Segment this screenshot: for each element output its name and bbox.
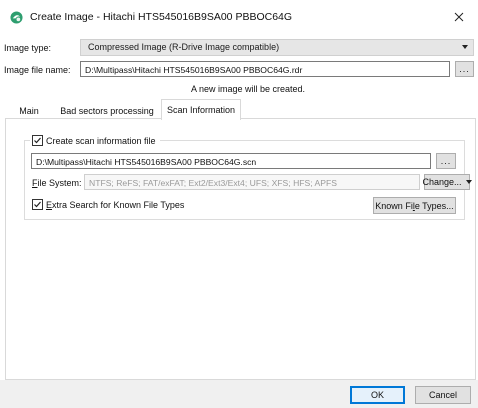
known-file-types-label-post: e Types... <box>414 200 454 211</box>
rstudio-app-icon <box>10 11 23 24</box>
scan-file-path-value: D:\Multipass\Hitachi HTS545016B9SA00 PBB… <box>36 157 257 167</box>
file-system-value: NTFS; ReFS; FAT/exFAT; Ext2/Ext3/Ext4; U… <box>89 178 337 188</box>
file-system-field: NTFS; ReFS; FAT/exFAT; Ext2/Ext3/Ext4; U… <box>84 174 420 190</box>
scan-file-browse-button[interactable]: ... <box>436 153 456 169</box>
tab-scan-information[interactable]: Scan Information <box>161 99 241 120</box>
extra-search-checkbox[interactable] <box>32 199 43 210</box>
close-icon <box>454 12 464 22</box>
change-button-label: Change... <box>422 177 462 187</box>
status-text: A new image will be created. <box>191 84 306 94</box>
change-button[interactable]: Change... <box>422 174 472 190</box>
title-bar: Create Image - Hitachi HTS545016B9SA00 P… <box>0 0 478 34</box>
ok-button[interactable]: OK <box>350 386 405 404</box>
image-type-dropdown[interactable]: Compressed Image (R-Drive Image compatib… <box>80 39 474 56</box>
checkmark-icon <box>34 201 41 208</box>
file-system-label: File System: <box>32 178 82 188</box>
dropdown-arrow-icon <box>462 45 468 49</box>
change-dropdown-icon <box>465 180 472 184</box>
image-type-label: Image type: <box>4 43 52 53</box>
extra-search-label[interactable]: Extra Search for Known File Types <box>46 200 184 210</box>
known-file-types-button[interactable]: Known Fi l e Types... <box>373 197 456 214</box>
known-file-types-label-pre: Known Fi <box>375 200 413 211</box>
file-system-label-rest: ile System: <box>37 178 82 188</box>
cancel-button[interactable]: Cancel <box>415 386 471 404</box>
extra-search-label-rest: xtra Search for Known File Types <box>52 200 185 210</box>
window-title: Create Image - Hitachi HTS545016B9SA00 P… <box>30 11 293 23</box>
scan-file-path-input[interactable]: D:\Multipass\Hitachi HTS545016B9SA00 PBB… <box>31 153 431 169</box>
close-button[interactable] <box>444 4 474 30</box>
image-file-input[interactable]: D:\Multipass\Hitachi HTS545016B9SA00 PBB… <box>80 61 450 77</box>
checkmark-icon <box>34 137 41 144</box>
image-type-value: Compressed Image (R-Drive Image compatib… <box>88 42 280 52</box>
tab-bad-sectors[interactable]: Bad sectors processing <box>55 102 159 119</box>
create-scan-file-label[interactable]: Create scan information file <box>46 136 156 146</box>
image-file-value: D:\Multipass\Hitachi HTS545016B9SA00 PBB… <box>85 65 303 75</box>
image-file-label: Image file name: <box>4 65 71 75</box>
image-file-browse-button[interactable]: ... <box>455 61 474 77</box>
dialog-footer <box>0 380 478 408</box>
tab-main[interactable]: Main <box>8 102 50 119</box>
create-scan-file-checkbox[interactable] <box>32 135 43 146</box>
